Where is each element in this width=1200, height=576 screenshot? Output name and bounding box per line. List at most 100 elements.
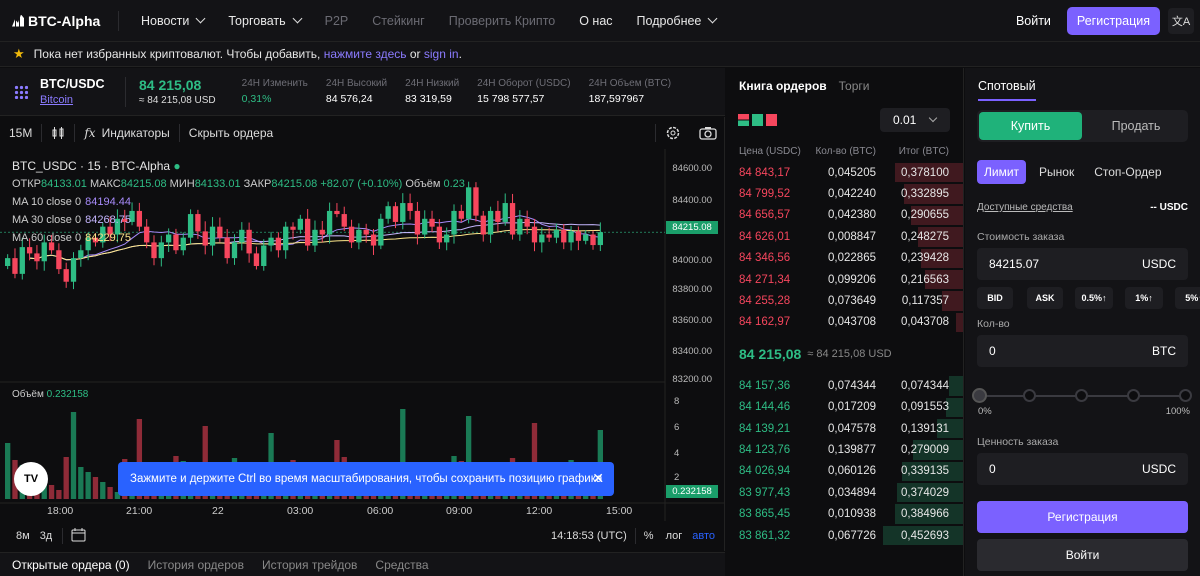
candle-body xyxy=(341,214,347,227)
buy-tab[interactable]: Купить xyxy=(979,112,1082,140)
tradingview-logo[interactable]: TV xyxy=(14,462,48,496)
nav-item-2[interactable]: P2P xyxy=(313,0,361,42)
bottom-tab-2[interactable]: История трейдов xyxy=(250,558,363,572)
nav-item-6[interactable]: Подробнее xyxy=(625,0,729,42)
camera-icon[interactable] xyxy=(690,126,725,140)
bid-row[interactable]: 84 026,94 0,060126 0,339135 xyxy=(726,461,963,482)
bid-row[interactable]: 83 861,32 0,067726 0,452693 xyxy=(726,525,963,546)
order-cost-input[interactable]: 84215.07 USDC xyxy=(977,248,1188,280)
row-amount: 0,099206 xyxy=(828,273,876,286)
slider-step[interactable] xyxy=(1127,389,1140,402)
price-chart[interactable]: 15М 𝑓x Индикаторы Скрыть ордера BTC_USDC … xyxy=(0,117,725,551)
percent-scale-button[interactable]: % xyxy=(644,530,654,542)
row-amount: 0,042240 xyxy=(828,188,876,201)
tab-stop-order[interactable]: Стоп-Ордер xyxy=(1087,160,1168,184)
hide-orders-button[interactable]: Скрыть ордера xyxy=(180,126,282,140)
bid-row[interactable]: 84 139,21 0,047578 0,139131 xyxy=(726,418,963,439)
bid-row[interactable]: 84 123,76 0,139877 0,279009 xyxy=(726,439,963,460)
slider-step[interactable] xyxy=(1023,389,1036,402)
spot-order-panel: Спотовый Купить Продать Лимит Рынок Стоп… xyxy=(965,68,1200,576)
price-axis[interactable]: 84600.00 84400.00 84000.00 83800.00 83600.00… xyxy=(664,149,724,503)
bid-row[interactable]: 84 144,46 0,017209 0,091553 xyxy=(726,397,963,418)
calendar-icon[interactable] xyxy=(71,527,87,545)
coin-link[interactable]: Bitcoin xyxy=(40,94,125,106)
candle-body xyxy=(26,247,33,254)
both-sides-icon[interactable] xyxy=(738,114,749,126)
available-funds-label[interactable]: Доступные средства xyxy=(977,202,1073,213)
slider-handle[interactable] xyxy=(972,388,987,403)
bottom-tab-3[interactable]: Средства xyxy=(363,558,434,572)
percent-slider[interactable] xyxy=(972,388,1192,403)
ask-row[interactable]: 84 255,28 0,073649 0,117357 xyxy=(726,290,963,311)
book-view-icons[interactable] xyxy=(738,114,778,126)
favorites-add-link[interactable]: нажмите здесь xyxy=(324,47,407,61)
ask-row[interactable]: 84 271,34 0,099206 0,216563 xyxy=(726,269,963,290)
row-amount: 0,042380 xyxy=(828,209,876,222)
stat-label: 24H Высокий xyxy=(325,78,388,89)
indicators-button[interactable]: 𝑓x Индикаторы xyxy=(75,126,178,140)
bottom-tab-0[interactable]: Открытые ордера (0) xyxy=(0,558,136,572)
precision-select[interactable]: 0.01 xyxy=(880,108,950,132)
nav-item-1[interactable]: Торговать xyxy=(216,0,312,42)
bottom-tab-1[interactable]: История ордеров xyxy=(136,558,250,572)
quantity-input[interactable]: 0 BTC xyxy=(977,335,1188,367)
slider-step[interactable] xyxy=(1075,389,1088,402)
utc-clock[interactable]: 14:18:53 (UTC) xyxy=(551,530,627,542)
tab-spot[interactable]: Спотовый xyxy=(978,79,1036,101)
tab-limit[interactable]: Лимит xyxy=(977,160,1027,184)
candle-body xyxy=(407,203,413,211)
ask-row[interactable]: 84 799,52 0,042240 0,332895 xyxy=(726,183,963,204)
ask-row[interactable]: 84 656,57 0,042380 0,290655 xyxy=(726,205,963,226)
order-value-input[interactable]: 0 USDC xyxy=(977,453,1188,485)
row-total: 0,074344 xyxy=(901,379,949,392)
stat-value: 83 319,59 xyxy=(405,93,452,105)
ask-row[interactable]: 84 162,97 0,043708 0,043708 xyxy=(726,312,963,333)
nav-item-5[interactable]: О нас xyxy=(567,0,624,42)
chip-2[interactable]: 0.5%↑ xyxy=(1075,287,1113,309)
close-icon[interactable]: ✕ xyxy=(592,470,604,487)
bid-row[interactable]: 84 157,36 0,074344 0,074344 xyxy=(726,375,963,396)
spot-login-button[interactable]: Войти xyxy=(977,539,1188,571)
row-amount: 0,139877 xyxy=(828,443,876,456)
bid-row[interactable]: 83 977,43 0,034894 0,374029 xyxy=(726,482,963,503)
settings-icon[interactable] xyxy=(656,125,690,141)
slider-step[interactable] xyxy=(1179,389,1192,402)
candle-type-icon[interactable] xyxy=(42,126,74,140)
ask-row[interactable]: 84 843,17 0,045205 0,378100 xyxy=(726,162,963,183)
range-3d-button[interactable]: 3д xyxy=(40,530,53,542)
language-icon[interactable]: 文A xyxy=(1168,8,1194,34)
ask-row[interactable]: 84 346,56 0,022865 0,239428 xyxy=(726,248,963,269)
tab-order-book[interactable]: Книга ордеров xyxy=(739,79,827,93)
pair-selector[interactable]: BTC/USDC Bitcoin xyxy=(40,77,125,106)
sign-in-link[interactable]: sign in xyxy=(424,47,459,61)
bid-row[interactable]: 83 865,45 0,010938 0,384966 xyxy=(726,503,963,524)
nav-item-3[interactable]: Стейкинг xyxy=(360,0,436,42)
chip-0[interactable]: BID xyxy=(977,287,1013,309)
interval-button[interactable]: 15М xyxy=(0,126,41,140)
spot-register-button[interactable]: Регистрация xyxy=(977,501,1188,533)
nav-item-4[interactable]: Проверить Крипто xyxy=(437,0,568,42)
asks-only-icon[interactable] xyxy=(766,114,777,126)
time-axis[interactable]: 18:00 21:00 22 03:00 06:00 09:00 12:00 15:00 xyxy=(0,503,665,521)
candle-body xyxy=(48,242,55,251)
chevron-down-icon xyxy=(195,13,206,24)
sell-tab[interactable]: Продать xyxy=(1084,110,1188,142)
volume-tick: 6 xyxy=(674,422,680,433)
register-button[interactable]: Регистрация xyxy=(1066,7,1160,35)
pair-menu-icon[interactable] xyxy=(14,84,28,99)
login-button[interactable]: Войти xyxy=(1016,14,1051,28)
nav-item-0[interactable]: Новости xyxy=(129,0,216,42)
chip-3[interactable]: 1%↑ xyxy=(1125,287,1163,309)
log-scale-button[interactable]: лог xyxy=(666,530,683,542)
range-8m-button[interactable]: 8м xyxy=(16,530,30,542)
bids-only-icon[interactable] xyxy=(752,114,763,126)
ask-row[interactable]: 84 626,01 0,008847 0,248275 xyxy=(726,226,963,247)
brand-logo[interactable]: BTC-Alpha xyxy=(12,13,112,29)
row-price: 84 026,94 xyxy=(739,465,791,478)
chip-1[interactable]: ASK xyxy=(1027,287,1063,309)
row-total: 0,378100 xyxy=(901,166,949,179)
chip-4[interactable]: 5%↑ xyxy=(1175,287,1200,309)
auto-scale-button[interactable]: авто xyxy=(692,530,715,542)
tab-trades[interactable]: Торги xyxy=(839,79,870,93)
tab-market[interactable]: Рынок xyxy=(1032,160,1081,184)
